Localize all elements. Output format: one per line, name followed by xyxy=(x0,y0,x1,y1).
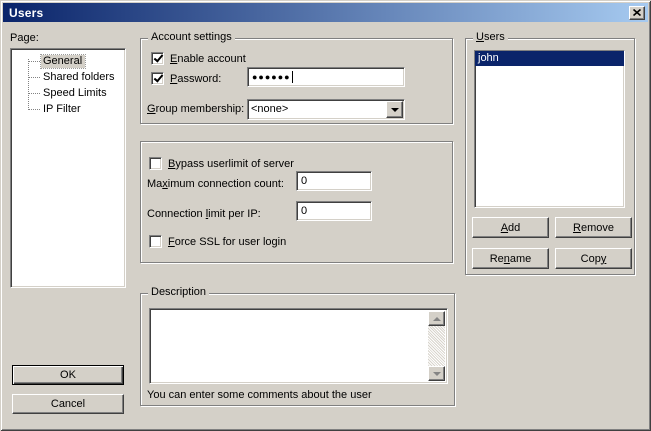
scroll-down-button[interactable] xyxy=(428,366,445,381)
password-input[interactable]: ●●●●●● xyxy=(247,67,405,87)
description-textarea[interactable] xyxy=(149,308,448,384)
tree-item-speed-limits[interactable]: Speed Limits xyxy=(11,85,125,101)
bypass-userlimit-row: Bypass userlimit of server xyxy=(149,157,294,170)
users-group: Users john Add Remove Rename Copy xyxy=(465,38,635,275)
description-group: Description You can enter some comments … xyxy=(140,293,455,406)
window-title: Users xyxy=(9,6,43,20)
connection-limit-per-ip-label: Connection limit per IP: xyxy=(147,208,261,220)
add-button[interactable]: Add xyxy=(472,217,549,238)
account-settings-group: Account settings Enable account Password… xyxy=(140,38,453,124)
group-membership-select[interactable]: <none> xyxy=(247,99,405,120)
page-tree[interactable]: General Shared folders Speed Limits IP F… xyxy=(10,48,126,288)
tree-item-label[interactable]: Speed Limits xyxy=(41,87,110,100)
arrow-up-icon xyxy=(433,313,441,321)
tree-item-ip-filter[interactable]: IP Filter xyxy=(11,101,125,117)
force-ssl-row: Force SSL for user login xyxy=(149,235,286,248)
description-title: Description xyxy=(148,286,209,298)
dropdown-button[interactable] xyxy=(386,101,403,118)
tree-item-label[interactable]: Shared folders xyxy=(41,71,118,84)
tree-branch-icon xyxy=(29,77,40,78)
users-group-title: Users xyxy=(473,31,508,43)
enable-account-label: Enable account xyxy=(170,53,246,65)
max-connection-count-label: Maximum connection count: xyxy=(147,178,284,190)
rename-button[interactable]: Rename xyxy=(472,248,549,269)
tree-item-shared-folders[interactable]: Shared folders xyxy=(11,69,125,85)
description-hint: You can enter some comments about the us… xyxy=(147,389,372,401)
arrow-down-icon xyxy=(433,372,441,380)
user-list-item[interactable]: john xyxy=(475,51,624,66)
force-ssl-checkbox[interactable] xyxy=(149,235,162,248)
chevron-down-icon xyxy=(391,108,399,116)
password-label: Password: xyxy=(170,73,221,85)
vertical-scrollbar[interactable] xyxy=(428,311,445,381)
ok-button[interactable]: OK xyxy=(12,365,124,385)
cancel-button[interactable]: Cancel xyxy=(12,394,124,414)
bypass-userlimit-label: Bypass userlimit of server xyxy=(168,158,294,170)
titlebar[interactable]: Users xyxy=(3,3,648,22)
password-checkbox[interactable] xyxy=(151,72,164,85)
description-value xyxy=(154,312,425,380)
account-settings-title: Account settings xyxy=(148,31,235,43)
close-button[interactable] xyxy=(629,6,645,20)
copy-button[interactable]: Copy xyxy=(555,248,632,269)
page-list-label: Page: xyxy=(10,32,39,44)
tree-branch-icon xyxy=(29,93,40,94)
tree-item-general[interactable]: General xyxy=(11,53,125,69)
tree-branch-icon xyxy=(29,61,40,62)
group-membership-value: <none> xyxy=(251,103,384,115)
remove-button[interactable]: Remove xyxy=(555,217,632,238)
force-ssl-label: Force SSL for user login xyxy=(168,236,286,248)
connection-limit-per-ip-input[interactable]: 0 xyxy=(296,201,372,221)
tree-item-label[interactable]: General xyxy=(41,55,85,68)
tree-item-label[interactable]: IP Filter xyxy=(41,103,84,116)
close-icon xyxy=(633,9,641,16)
max-connection-count-input[interactable]: 0 xyxy=(296,171,372,191)
tree-branch-icon xyxy=(29,109,40,110)
enable-account-row: Enable account xyxy=(151,52,246,65)
scroll-up-button[interactable] xyxy=(428,311,445,326)
bypass-userlimit-checkbox[interactable] xyxy=(149,157,162,170)
password-value: ●●●●●● xyxy=(252,72,291,82)
group-membership-label: Group membership: xyxy=(147,103,244,115)
connection-limits-group: Bypass userlimit of server Maximum conne… xyxy=(140,141,453,263)
users-dialog: Users Page: General Shared folders Speed… xyxy=(0,0,651,431)
text-caret xyxy=(292,71,293,83)
password-row: Password: xyxy=(151,72,221,85)
enable-account-checkbox[interactable] xyxy=(151,52,164,65)
users-list[interactable]: john xyxy=(474,50,625,208)
